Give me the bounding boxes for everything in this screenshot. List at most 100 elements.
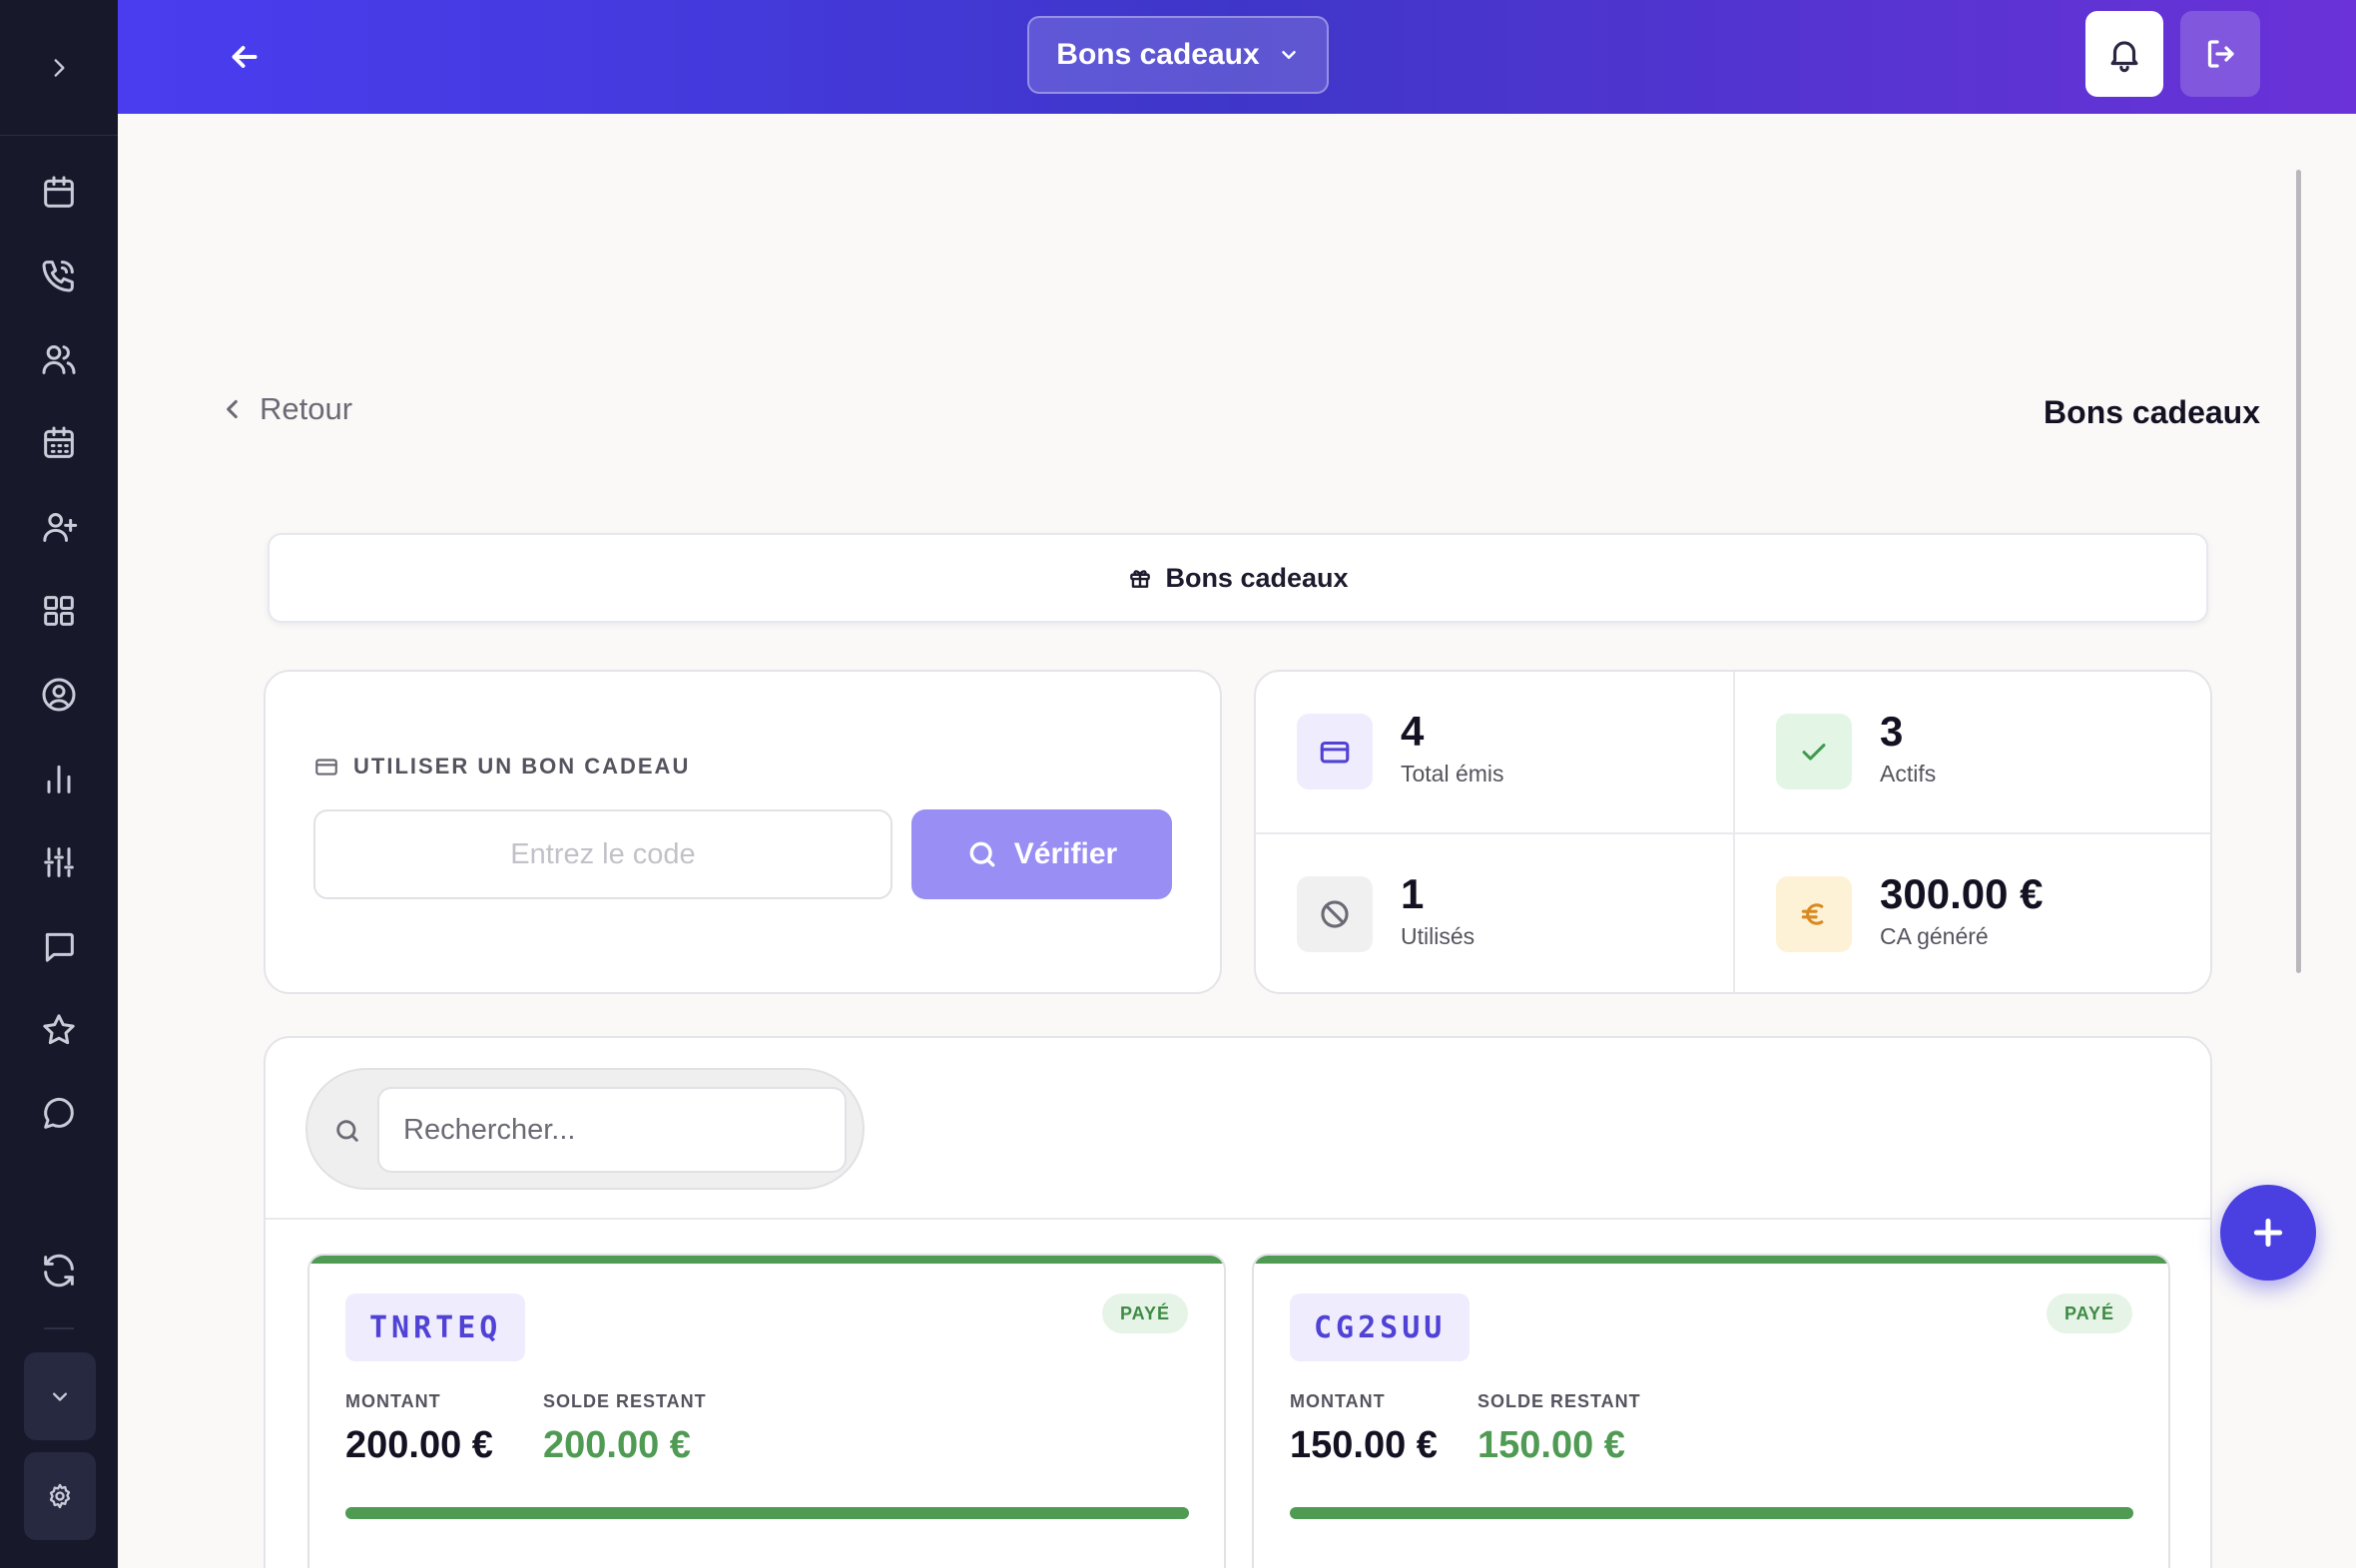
top-header: Bons cadeaux [118,0,2356,114]
stats-card: 4 Total émis 3 Actifs 1 Utilisés 300.00 … [1254,670,2212,994]
balance-label: SOLDE RESTANT [1477,1391,1641,1411]
back-link-label: Retour [260,391,353,426]
stat-label: Utilisés [1401,923,1475,949]
list-divider [266,1218,2210,1220]
voucher-code-input[interactable] [313,809,892,899]
stat-label: CA généré [1880,923,1989,949]
stat-value: 3 [1880,708,1904,755]
stat-revenue: 300.00 € CA généré [1735,834,2210,992]
stat-icon-box [1776,714,1852,789]
page-title: Bons cadeaux [2044,394,2260,430]
sidebar-item-dashboard[interactable] [34,586,84,636]
tab-label: Bons cadeaux [1165,562,1349,593]
voucher-status-bar [1254,1256,2168,1264]
add-voucher-button[interactable] [2220,1185,2316,1281]
section-select-label: Bons cadeaux [1056,38,1260,71]
use-voucher-card: UTILISER UN BON CADEAU Vérifier [264,670,1222,994]
sidebar-item-clients[interactable] [34,334,84,384]
arrow-left-icon [232,46,258,68]
stat-used: 1 Utilisés [1256,834,1733,992]
sidebar-item-profile[interactable] [34,670,84,720]
tab-gift-vouchers[interactable]: Bons cadeaux [268,533,2208,623]
use-voucher-heading: UTILISER UN BON CADEAU [313,754,690,780]
stat-icon-box [1776,876,1852,952]
voucher-balance: SOLDE RESTANT 200.00 € [543,1391,707,1467]
star-icon [43,1014,75,1045]
voucher-list-card: TNRTEQ PAYÉ MONTANT 200.00 € SOLDE RESTA… [264,1036,2212,1568]
sliders-icon [44,847,74,877]
balance-label: SOLDE RESTANT [543,1391,707,1411]
sidebar-item-schedule[interactable] [34,418,84,468]
gift-icon [1130,570,1151,588]
sidebar-divider [44,1327,74,1329]
use-voucher-heading-label: UTILISER UN BON CADEAU [353,754,691,779]
voucher-card[interactable]: TNRTEQ PAYÉ MONTANT 200.00 € SOLDE RESTA… [307,1254,1226,1568]
message-square-icon [45,932,74,962]
stat-total-issued: 4 Total émis [1256,672,1733,832]
user-plus-icon [43,513,78,542]
card-icon [1320,741,1350,764]
back-link[interactable]: Retour [220,391,352,427]
sidebar-item-stats[interactable] [34,754,84,803]
search-icon [336,1120,358,1142]
sidebar-expand-button[interactable] [0,0,118,136]
search-bar [305,1068,865,1190]
amount-value: 150.00 € [1290,1424,1438,1466]
chevron-down-icon [1281,50,1296,60]
voucher-balance: SOLDE RESTANT 150.00 € [1477,1391,1641,1467]
stat-label: Total émis [1401,761,1504,786]
bar-chart-icon [47,765,71,793]
stat-active: 3 Actifs [1735,672,2210,832]
search-input[interactable] [377,1087,847,1173]
sidebar-item-calendar[interactable] [34,168,84,218]
refresh-icon [44,1254,74,1288]
sidebar-item-reviews[interactable] [34,1005,84,1055]
balance-progress-bar [345,1507,1189,1519]
stat-value: 1 [1401,870,1425,917]
grid-icon [44,596,74,626]
stat-value: 4 [1401,708,1425,755]
ban-icon [1321,900,1349,928]
balance-value: 200.00 € [543,1424,691,1466]
verify-button-label: Vérifier [1013,837,1118,870]
users-icon [42,345,76,374]
amount-label: MONTANT [345,1391,441,1411]
logout-button[interactable] [2180,11,2260,97]
message-circle-icon [44,1097,74,1129]
status-badge: PAYÉ [1101,1294,1188,1333]
voucher-status-bar [309,1256,1224,1264]
sidebar [0,0,118,1568]
voucher-amount: MONTANT 150.00 € [1290,1391,1438,1467]
balance-progress-bar [1290,1507,2133,1519]
sidebar-item-add-user[interactable] [34,502,84,552]
stat-icon-box [1297,714,1373,789]
verify-button[interactable]: Vérifier [911,809,1172,899]
logout-icon [2207,40,2234,68]
notifications-button[interactable] [2085,11,2163,97]
amount-label: MONTANT [1290,1391,1386,1411]
section-select[interactable]: Bons cadeaux [1027,16,1329,94]
euro-icon [1801,903,1824,925]
header-back-button[interactable] [216,28,274,86]
amount-value: 200.00 € [345,1424,493,1466]
chevron-down-icon [53,1392,68,1401]
sidebar-collapse-button[interactable] [24,1352,96,1440]
sidebar-item-settings-sliders[interactable] [34,837,84,887]
card-icon [315,759,337,776]
bell-icon [2110,41,2138,73]
search-icon [969,841,995,867]
calendar-icon [44,176,74,208]
sidebar-settings-button[interactable] [24,1452,96,1540]
sidebar-item-sync[interactable] [34,1246,84,1296]
gear-icon [49,1483,71,1509]
stat-value: 300.00 € [1880,870,2044,917]
plus-icon [2253,1218,2283,1248]
sidebar-item-chat[interactable] [34,1089,84,1139]
sidebar-item-messages[interactable] [34,921,84,971]
page-scrollbar[interactable] [2296,170,2301,973]
sidebar-item-calls[interactable] [34,251,84,300]
stat-icon-box [1297,876,1373,952]
voucher-code: CG2SUU [1290,1294,1471,1361]
voucher-code: TNRTEQ [345,1294,526,1361]
voucher-card[interactable]: CG2SUU PAYÉ MONTANT 150.00 € SOLDE RESTA… [1252,1254,2170,1568]
